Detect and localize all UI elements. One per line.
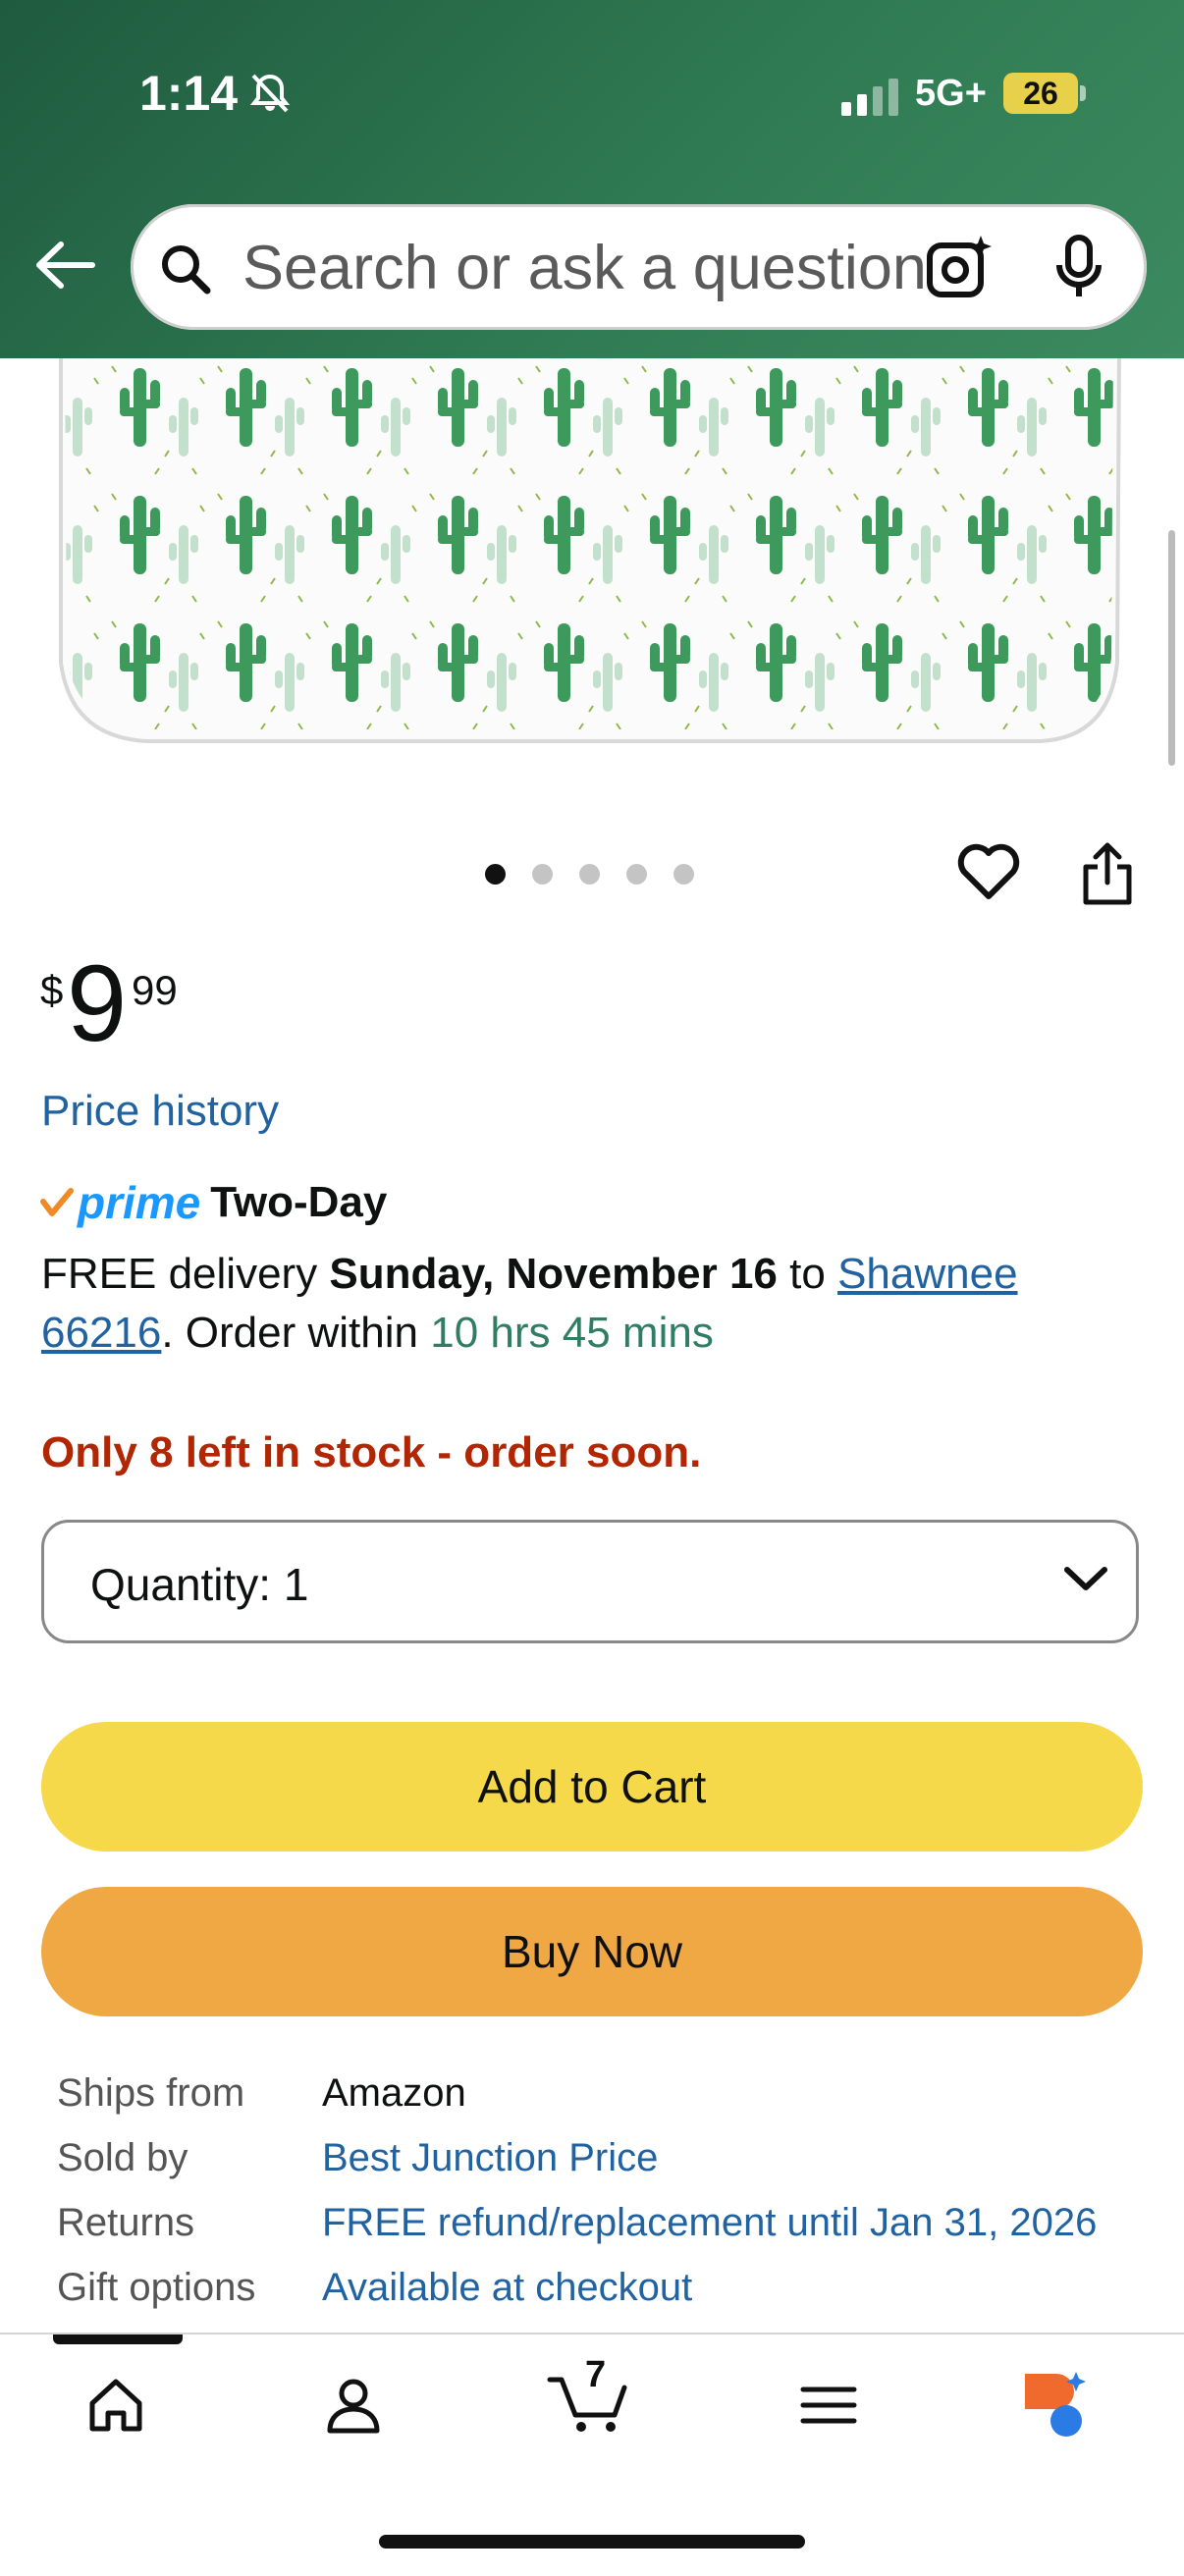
detail-key: Ships from bbox=[57, 2071, 245, 2115]
carousel-dot[interactable] bbox=[673, 864, 694, 885]
delivery-date: Sunday, November 16 bbox=[329, 1250, 778, 1298]
prime-badge: prime Two-Day bbox=[40, 1176, 387, 1229]
quantity-label-group: Quantity: 1 bbox=[90, 1558, 308, 1611]
chevron-down-icon bbox=[1064, 1567, 1107, 1590]
home-icon[interactable] bbox=[84, 2374, 147, 2437]
battery-indicator: 26 bbox=[1003, 73, 1078, 114]
detail-value: Amazon bbox=[322, 2071, 466, 2115]
price-currency-symbol: $ bbox=[40, 967, 64, 1013]
delivery-to: to bbox=[789, 1250, 826, 1298]
signal-icon bbox=[841, 79, 898, 116]
search-icon bbox=[162, 245, 211, 295]
detail-key: Returns bbox=[57, 2201, 195, 2244]
prime-check-icon bbox=[40, 1188, 74, 1216]
price-fraction: 99 bbox=[132, 967, 178, 1013]
buy-now-button[interactable]: Buy Now bbox=[41, 1887, 1143, 2016]
cart-count: 7 bbox=[585, 2354, 607, 2395]
carousel-dot[interactable] bbox=[532, 864, 553, 885]
gift-options-link[interactable]: Available at checkout bbox=[322, 2266, 692, 2310]
status-time: 1:14 bbox=[139, 66, 239, 121]
order-within-text: . Order within bbox=[161, 1309, 418, 1357]
delivery-info: FREE delivery Sunday, November 16 to Sha… bbox=[41, 1245, 1141, 1363]
prime-word: prime bbox=[78, 1177, 201, 1228]
home-indicator bbox=[379, 2535, 805, 2549]
network-label: 5G+ bbox=[915, 73, 987, 114]
order-countdown: 10 hrs 45 mins bbox=[430, 1309, 714, 1357]
top-header: 1:14 5G+ 26 bbox=[0, 0, 1184, 358]
delivery-zip-link[interactable]: 66216 bbox=[41, 1309, 161, 1357]
quantity-value: 1 bbox=[283, 1559, 309, 1610]
heart-icon[interactable] bbox=[956, 841, 1021, 902]
add-to-cart-button[interactable]: Add to Cart bbox=[41, 1722, 1143, 1852]
account-icon[interactable] bbox=[322, 2374, 385, 2437]
quantity-label: Quantity: bbox=[90, 1559, 272, 1610]
search-bar[interactable] bbox=[131, 204, 1147, 330]
detail-key: Sold by bbox=[57, 2136, 188, 2179]
scroll-indicator bbox=[1168, 530, 1175, 766]
returns-link[interactable]: FREE refund/replacement until Jan 31, 20… bbox=[322, 2201, 1097, 2245]
detail-key: Gift options bbox=[57, 2266, 256, 2309]
rufus-assistant-icon[interactable] bbox=[1021, 2370, 1096, 2441]
carousel-dot[interactable] bbox=[626, 864, 647, 885]
price-whole: 9 bbox=[67, 943, 128, 1064]
delivery-location-link[interactable]: Shawnee bbox=[837, 1250, 1017, 1298]
camera-lens-icon[interactable] bbox=[924, 234, 995, 300]
delivery-prefix: FREE delivery bbox=[41, 1250, 318, 1298]
active-tab-indicator bbox=[53, 2334, 183, 2344]
menu-icon[interactable] bbox=[799, 2374, 858, 2437]
price-history-link[interactable]: Price history bbox=[41, 1087, 279, 1136]
carousel-dot[interactable] bbox=[579, 864, 600, 885]
seller-link[interactable]: Best Junction Price bbox=[322, 2136, 658, 2180]
microphone-icon[interactable] bbox=[1051, 234, 1106, 300]
stock-warning: Only 8 left in stock - order soon. bbox=[41, 1428, 702, 1476]
battery-tip bbox=[1080, 85, 1086, 101]
back-arrow-icon[interactable] bbox=[33, 241, 96, 290]
product-image[interactable] bbox=[0, 358, 1184, 771]
image-carousel-dots[interactable] bbox=[485, 864, 721, 889]
quantity-select[interactable]: Quantity: 1 bbox=[41, 1520, 1139, 1643]
carousel-dot[interactable] bbox=[485, 864, 506, 885]
share-icon[interactable] bbox=[1080, 841, 1135, 906]
prime-speed: Two-Day bbox=[210, 1178, 388, 1226]
silent-bell-icon bbox=[249, 74, 291, 113]
